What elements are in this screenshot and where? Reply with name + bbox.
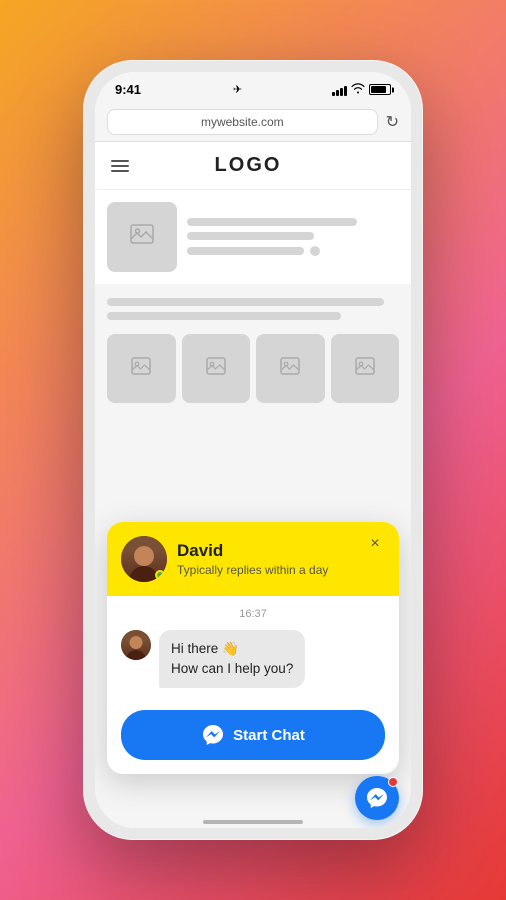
location-icon: ✈ [233,83,242,96]
card-icon-4 [355,356,375,381]
battery-icon [369,84,391,95]
home-indicator [203,820,303,824]
browser-bar: mywebsite.com ↻ [95,103,411,142]
chat-avatar [121,536,167,582]
signal-bar-4 [344,86,347,96]
content-line-2 [107,312,341,320]
card-item-4 [331,334,400,403]
messenger-fab[interactable] [355,776,399,820]
website-content: LOGO [95,142,411,828]
hamburger-menu[interactable] [111,160,129,172]
chat-timestamp: 16:37 [121,608,385,620]
url-bar[interactable]: mywebsite.com [107,109,378,135]
chat-popup: David Typically replies within a day × 1… [107,522,399,775]
msg-avatar-face [121,630,151,660]
start-chat-button[interactable]: Start Chat [121,710,385,760]
fab-notification-dot [388,777,398,787]
message-bubble: Hi there 👋How can I help you? [159,630,305,689]
card-item-2 [182,334,251,403]
signal-bar-3 [340,88,343,96]
hero-text-lines [187,218,399,256]
content-lines [95,290,411,328]
signal-bars [332,84,347,96]
start-chat-label: Start Chat [233,727,305,744]
chat-agent-name: David [177,541,385,561]
card-icon-1 [131,356,151,381]
chat-agent-info: David Typically replies within a day [177,541,385,577]
phone-screen: 9:41 ✈ [95,72,411,828]
text-line-2 [187,232,314,240]
card-icon-3 [280,356,300,381]
message-avatar [121,630,151,660]
site-logo: LOGO [145,154,351,177]
card-item-3 [256,334,325,403]
text-dot [310,246,320,256]
status-time: 9:41 [115,82,141,97]
status-bar: 9:41 ✈ [95,72,411,103]
phone-shell: 9:41 ✈ [83,60,423,840]
card-item-1 [107,334,176,403]
hero-image [107,202,177,272]
image-placeholder-icon [129,221,155,253]
messenger-fab-icon [365,786,389,810]
hero-section [95,190,411,284]
text-line-3 [187,247,304,255]
online-status-dot [155,570,165,580]
chat-message-row: Hi there 👋How can I help you? [121,630,385,689]
card-icon-2 [206,356,226,381]
chat-body: 16:37 Hi there 👋How can I help you? [107,596,399,701]
refresh-button[interactable]: ↻ [386,112,399,132]
text-line-1 [187,218,357,226]
cards-grid [95,328,411,413]
signal-bar-2 [336,90,339,96]
content-line-1 [107,298,384,306]
signal-bar-1 [332,92,335,96]
close-chat-button[interactable]: × [363,532,387,556]
messenger-button-icon [201,723,225,747]
status-icons [332,82,391,97]
wifi-icon [351,82,365,97]
chat-header: David Typically replies within a day × [107,522,399,596]
chat-agent-status: Typically replies within a day [177,563,385,577]
site-nav: LOGO [95,142,411,190]
